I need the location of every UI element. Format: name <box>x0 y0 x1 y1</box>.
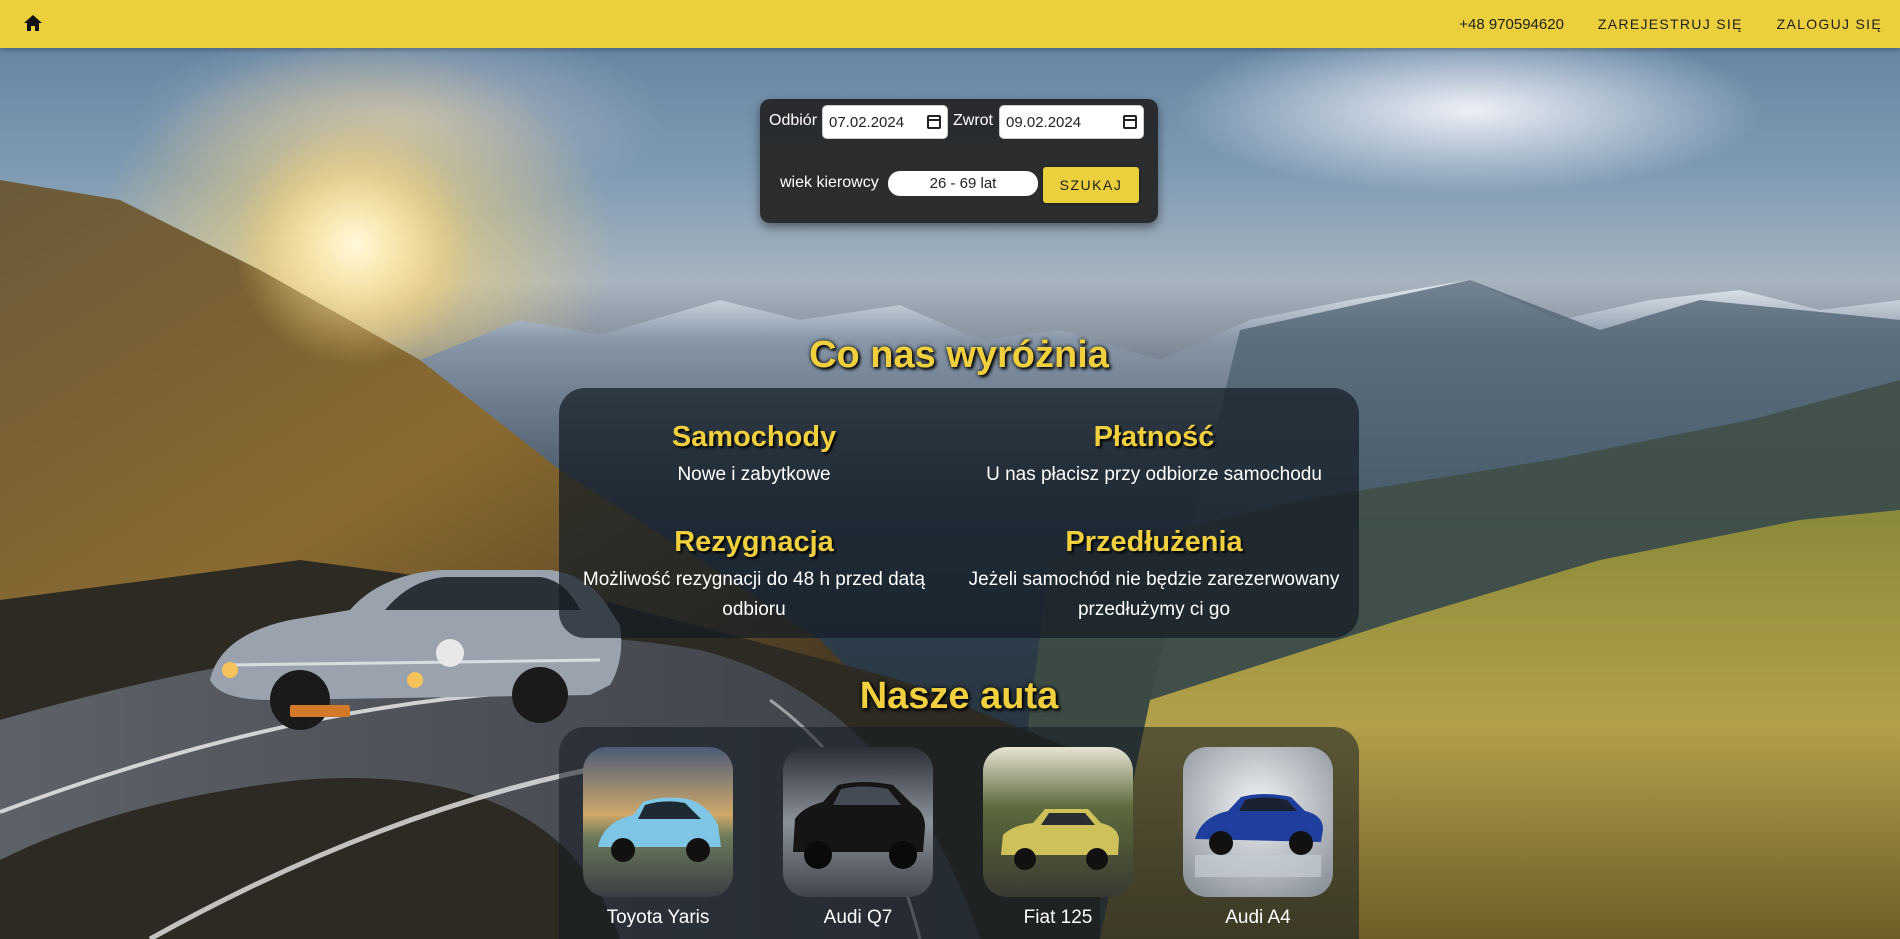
car-card-fiat-125[interactable]: Fiat 125 <box>983 747 1133 929</box>
home-icon[interactable] <box>22 12 44 34</box>
calendar-icon[interactable] <box>927 115 941 129</box>
register-link[interactable]: ZAREJESTRUJ SIĘ <box>1598 16 1743 32</box>
feature-extensions: Przedłużenia Jeżeli samochód nie będzie … <box>959 526 1349 625</box>
login-link[interactable]: ZALOGUJ SIĘ <box>1777 16 1882 32</box>
driver-age-label: wiek kierowcy <box>780 174 879 191</box>
feature-cars: Samochody Nowe i zabytkowe <box>559 421 949 490</box>
feature-title: Płatność <box>1093 421 1215 453</box>
top-navbar: +48 970594620 ZAREJESTRUJ SIĘ ZALOGUJ SI… <box>0 0 1900 48</box>
pickup-date-value: 07.02.2024 <box>829 113 905 131</box>
feature-title: Przedłużenia <box>1065 526 1243 558</box>
features-panel: Samochody Nowe i zabytkowe Płatność U na… <box>559 388 1359 638</box>
return-date-value: 09.02.2024 <box>1006 113 1082 131</box>
feature-text: Nowe i zabytkowe <box>677 464 831 485</box>
cars-title: Nasze auta <box>859 675 1059 717</box>
car-name: Toyota Yaris <box>606 907 710 928</box>
pickup-date-input[interactable]: 07.02.2024 <box>822 105 948 139</box>
car-image[interactable] <box>783 747 933 897</box>
cars-panel: Toyota Yaris Audi Q7 Fiat 125 Audi A4 <box>559 727 1359 939</box>
return-date-input[interactable]: 09.02.2024 <box>999 105 1144 139</box>
rental-search-form: Odbiór 07.02.2024 Zwrot 09.02.2024 wiek … <box>760 99 1158 223</box>
calendar-icon[interactable] <box>1123 115 1137 129</box>
feature-text: Jeżeli samochód nie będzie zarezerwowany… <box>968 569 1340 620</box>
car-image[interactable] <box>983 747 1133 897</box>
car-card-audi-q7[interactable]: Audi Q7 <box>783 747 933 929</box>
phone-number: +48 970594620 <box>1459 15 1564 33</box>
car-name: Audi Q7 <box>823 907 893 928</box>
search-button[interactable]: SZUKAJ <box>1043 167 1139 203</box>
feature-payment: Płatność U nas płacisz przy odbiorze sam… <box>959 421 1349 490</box>
features-title: Co nas wyróżnia <box>809 334 1109 376</box>
feature-text: Możliwość rezygnacji do 48 h przed datą … <box>582 569 926 620</box>
pickup-label: Odbiór <box>769 112 818 129</box>
feature-text: U nas płacisz przy odbiorze samochodu <box>986 464 1322 485</box>
car-image[interactable] <box>1183 747 1333 897</box>
top-right-menu: +48 970594620 ZAREJESTRUJ SIĘ ZALOGUJ SI… <box>1459 0 1882 48</box>
car-card-audi-a4[interactable]: Audi A4 <box>1183 747 1333 929</box>
return-label: Zwrot <box>953 112 993 129</box>
car-card-toyota-yaris[interactable]: Toyota Yaris <box>583 747 733 929</box>
feature-title: Samochody <box>671 421 837 453</box>
car-name: Audi A4 <box>1225 907 1291 928</box>
driver-age-select[interactable]: 26 - 69 lat <box>888 171 1038 196</box>
feature-cancellation: Rezygnacja Możliwość rezygnacji do 48 h … <box>559 526 949 625</box>
feature-title: Rezygnacja <box>674 526 834 558</box>
car-image[interactable] <box>583 747 733 897</box>
car-name: Fiat 125 <box>1023 907 1093 928</box>
